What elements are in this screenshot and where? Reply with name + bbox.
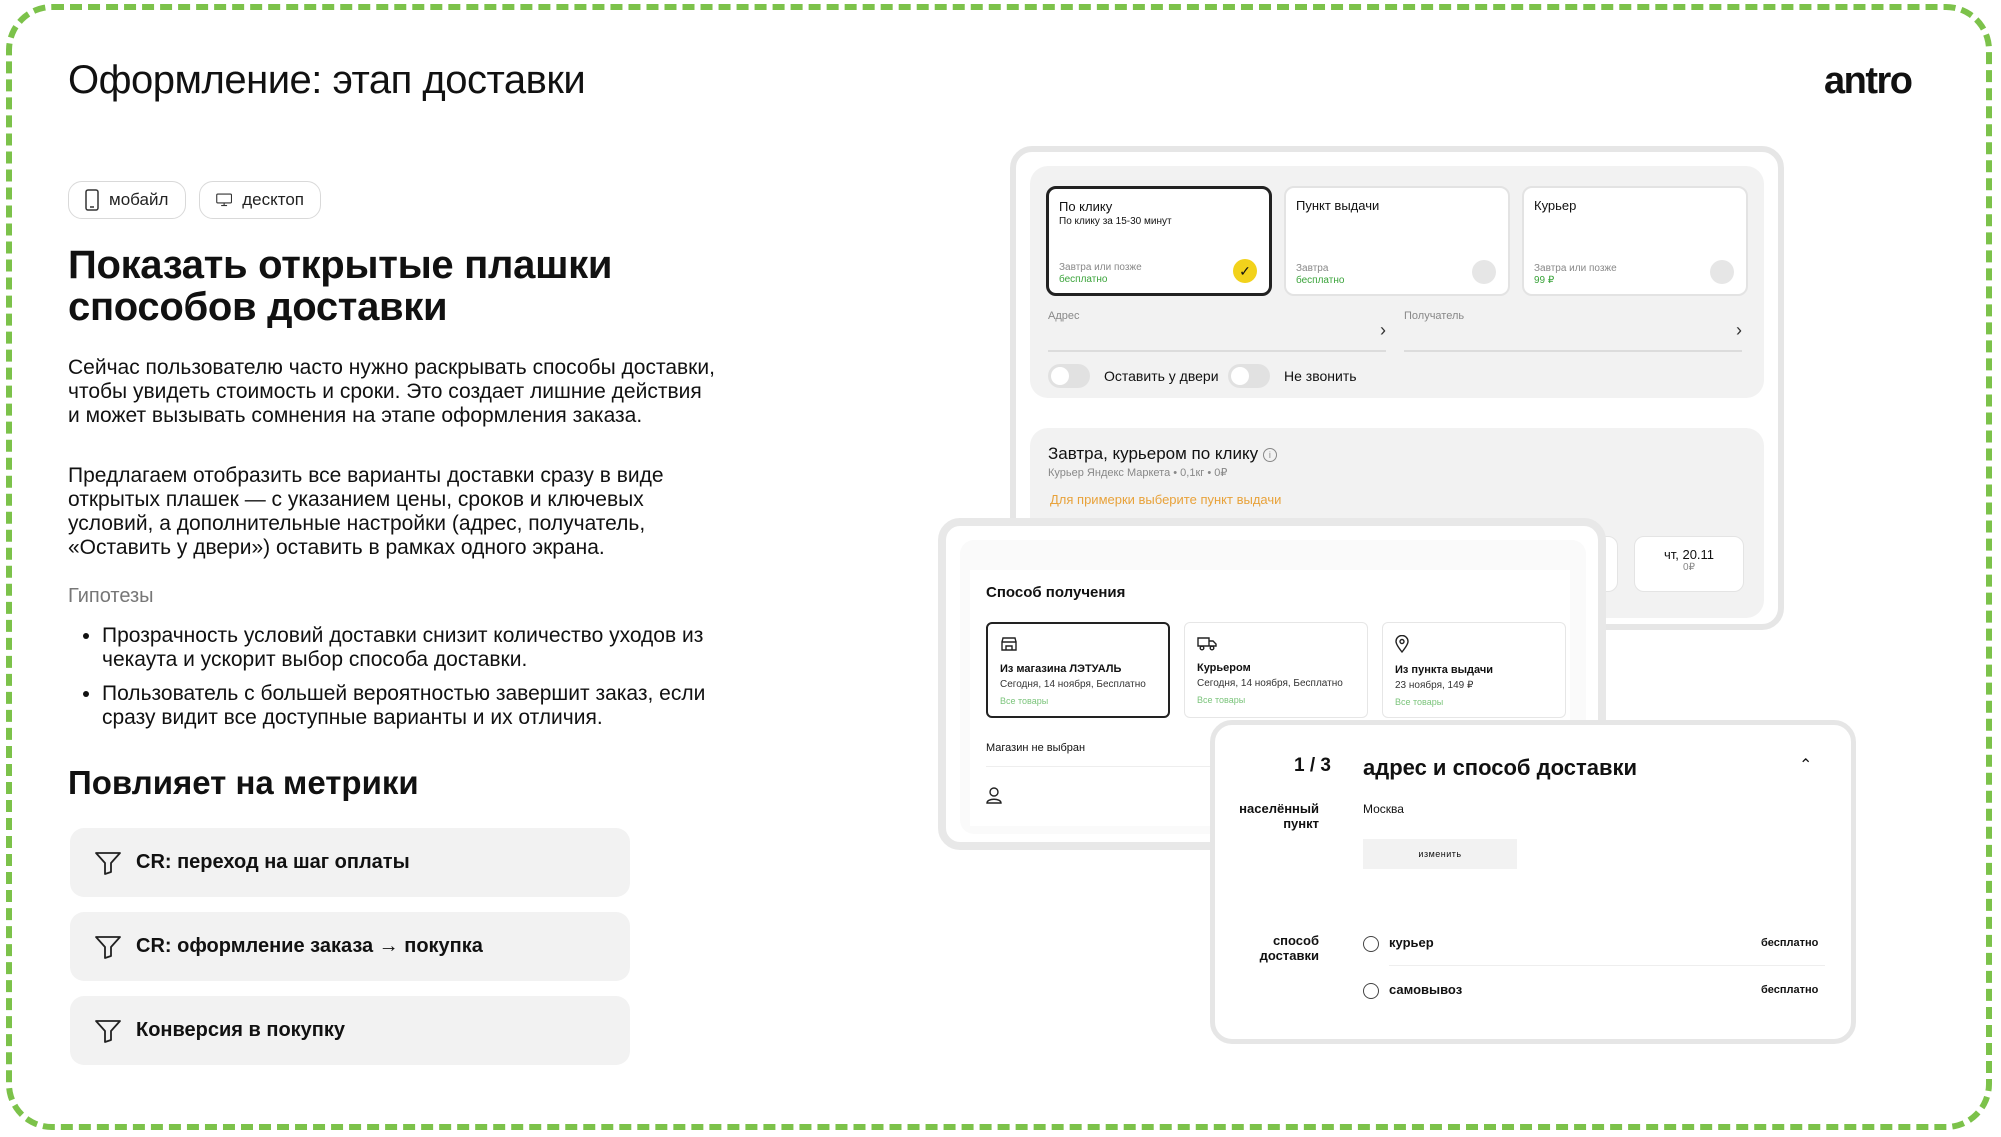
mobile-icon [85, 189, 99, 211]
option-price: бесплатно [1296, 275, 1345, 286]
change-button[interactable]: изменить [1363, 839, 1517, 869]
toggle-label: Оставить у двери [1104, 368, 1219, 384]
user-icon[interactable] [986, 786, 1002, 804]
paragraph-problem: Сейчас пользователю часто нужно раскрыва… [68, 356, 715, 427]
address-label: Адрес [1048, 310, 1080, 322]
section-heading: Показать открытые плашки способов достав… [68, 243, 613, 329]
chevron-up-icon[interactable]: ⌃ [1799, 755, 1812, 775]
option-price: 99 ₽ [1534, 275, 1555, 286]
option-date: Завтра или позже [1534, 263, 1617, 274]
step-title: адрес и способ доставки [1363, 755, 1638, 780]
metric-label: CR: оформление заказа → покупка [136, 935, 483, 957]
chip-label: десктоп [242, 190, 304, 209]
city-label: населённый пункт [1239, 801, 1319, 831]
address-field[interactable]: Адрес › [1048, 310, 1386, 352]
desktop-icon [216, 193, 233, 207]
metrics-title: Повлияет на метрики [68, 764, 419, 801]
delivery-options-panel: По клику По клику за 15-30 минут Завтра … [1030, 166, 1764, 398]
option-date: 23 ноября, 149 ₽ [1395, 680, 1474, 691]
funnel-icon [95, 851, 121, 875]
hypotheses-list: Прозрачность условий доставки снизит кол… [68, 624, 742, 740]
option-date: Завтра или позже [1059, 262, 1142, 273]
brand-logo: antro [1824, 60, 1913, 102]
radio-icon [1472, 260, 1496, 284]
delivery-note-link[interactable]: Для примерки выберите пункт выдачи [1050, 492, 1281, 507]
receive-option-pickup[interactable]: Из пункта выдачи 23 ноября, 149 ₽ Все то… [1382, 622, 1566, 718]
page-title: Оформление: этап доставки [68, 58, 586, 102]
info-icon: i [1262, 447, 1277, 462]
metric-card: CR: оформление заказа → покупка [70, 912, 630, 981]
time-slot-button[interactable]: чт, 20.11 0₽ [1634, 536, 1744, 592]
chip-desktop[interactable]: десктоп [199, 181, 321, 219]
method-price: бесплатно [1761, 984, 1819, 996]
step-counter: 1 / 3 [1294, 755, 1331, 776]
truck-icon [1197, 637, 1217, 651]
radio-pickup[interactable] [1363, 983, 1379, 999]
chip-mobile[interactable]: мобайл [68, 181, 186, 219]
list-item: Пользователь с большей вероятностью заве… [102, 682, 742, 730]
receive-option-store[interactable]: Из магазина ЛЭТУАЛЬ Сегодня, 14 ноября, … [986, 622, 1170, 718]
option-subtitle: По клику за 15-30 минут [1059, 216, 1172, 227]
option-name: Курьером [1197, 662, 1251, 674]
delivery-option-courier[interactable]: Курьер Завтра или позже 99 ₽ [1522, 186, 1748, 296]
option-date: Завтра [1296, 263, 1329, 274]
chevron-right-icon: › [1380, 320, 1386, 340]
metric-label: Конверсия в покупку [136, 1019, 346, 1041]
metric-card: Конверсия в покупку [70, 996, 630, 1065]
mockup-address-step: 1 / 3 адрес и способ доставки ⌃ населённ… [1210, 720, 1856, 1044]
receive-title: Способ получения [986, 584, 1126, 601]
option-date: Сегодня, 14 ноября, Бесплатно [1000, 679, 1146, 690]
chevron-right-icon: › [1736, 320, 1742, 340]
method-name: самовывоз [1389, 982, 1463, 997]
metric-card: CR: переход на шаг оплаты [70, 828, 630, 897]
store-icon [1001, 637, 1017, 651]
delivery-title: Завтра, курьером по клику i [1048, 444, 1277, 464]
toggle-label: Не звонить [1284, 368, 1357, 384]
method-price: бесплатно [1761, 937, 1819, 949]
toggle-no-call[interactable]: Не звонить [1228, 364, 1357, 388]
option-name: Из пункта выдачи [1395, 664, 1494, 676]
funnel-icon [95, 935, 121, 959]
method-name: курьер [1389, 935, 1434, 950]
chip-label: мобайл [109, 190, 169, 209]
option-date: Сегодня, 14 ноября, Бесплатно [1197, 678, 1343, 689]
delivery-option-click[interactable]: По клику По клику за 15-30 минут Завтра … [1046, 186, 1272, 296]
option-name: Из магазина ЛЭТУАЛЬ [1000, 663, 1122, 675]
hypotheses-title: Гипотезы [68, 585, 154, 607]
delivery-option-pickup[interactable]: Пункт выдачи Завтра бесплатно [1284, 186, 1510, 296]
recipient-field[interactable]: Получатель › [1404, 310, 1742, 352]
recipient-label: Получатель [1404, 310, 1465, 322]
toggle-leave-at-door[interactable]: Оставить у двери [1048, 364, 1219, 388]
pin-icon [1395, 634, 1409, 654]
option-link[interactable]: Все товары [1395, 697, 1553, 707]
method-label: способ доставки [1259, 933, 1319, 963]
option-link[interactable]: Все товары [1197, 695, 1355, 705]
toggle-switch[interactable] [1048, 364, 1090, 388]
paragraph-solution: Предлагаем отобразить все варианты доста… [68, 464, 664, 559]
slot-price: 0₽ [1683, 562, 1695, 573]
city-value: Москва [1363, 802, 1404, 816]
list-item: Прозрачность условий доставки снизит кол… [102, 624, 742, 672]
toggle-switch[interactable] [1228, 364, 1270, 388]
funnel-icon [95, 1019, 121, 1043]
option-title: Курьер [1534, 198, 1577, 213]
option-title: По клику [1059, 199, 1113, 214]
option-price: бесплатно [1059, 274, 1108, 285]
receive-option-courier[interactable]: Курьером Сегодня, 14 ноября, Бесплатно В… [1184, 622, 1368, 718]
delivery-subtitle: Курьер Яндекс Маркета • 0,1кг • 0₽ [1048, 467, 1228, 479]
store-status: Магазин не выбран [986, 742, 1086, 754]
option-link[interactable]: Все товары [1000, 696, 1156, 706]
slot-date: чт, 20.11 [1663, 547, 1715, 562]
check-icon: ✓ [1233, 259, 1257, 283]
option-title: Пункт выдачи [1296, 198, 1380, 213]
metric-label: CR: переход на шаг оплаты [136, 851, 410, 873]
radio-icon [1710, 260, 1734, 284]
radio-courier[interactable] [1363, 936, 1379, 952]
divider [1389, 965, 1825, 966]
